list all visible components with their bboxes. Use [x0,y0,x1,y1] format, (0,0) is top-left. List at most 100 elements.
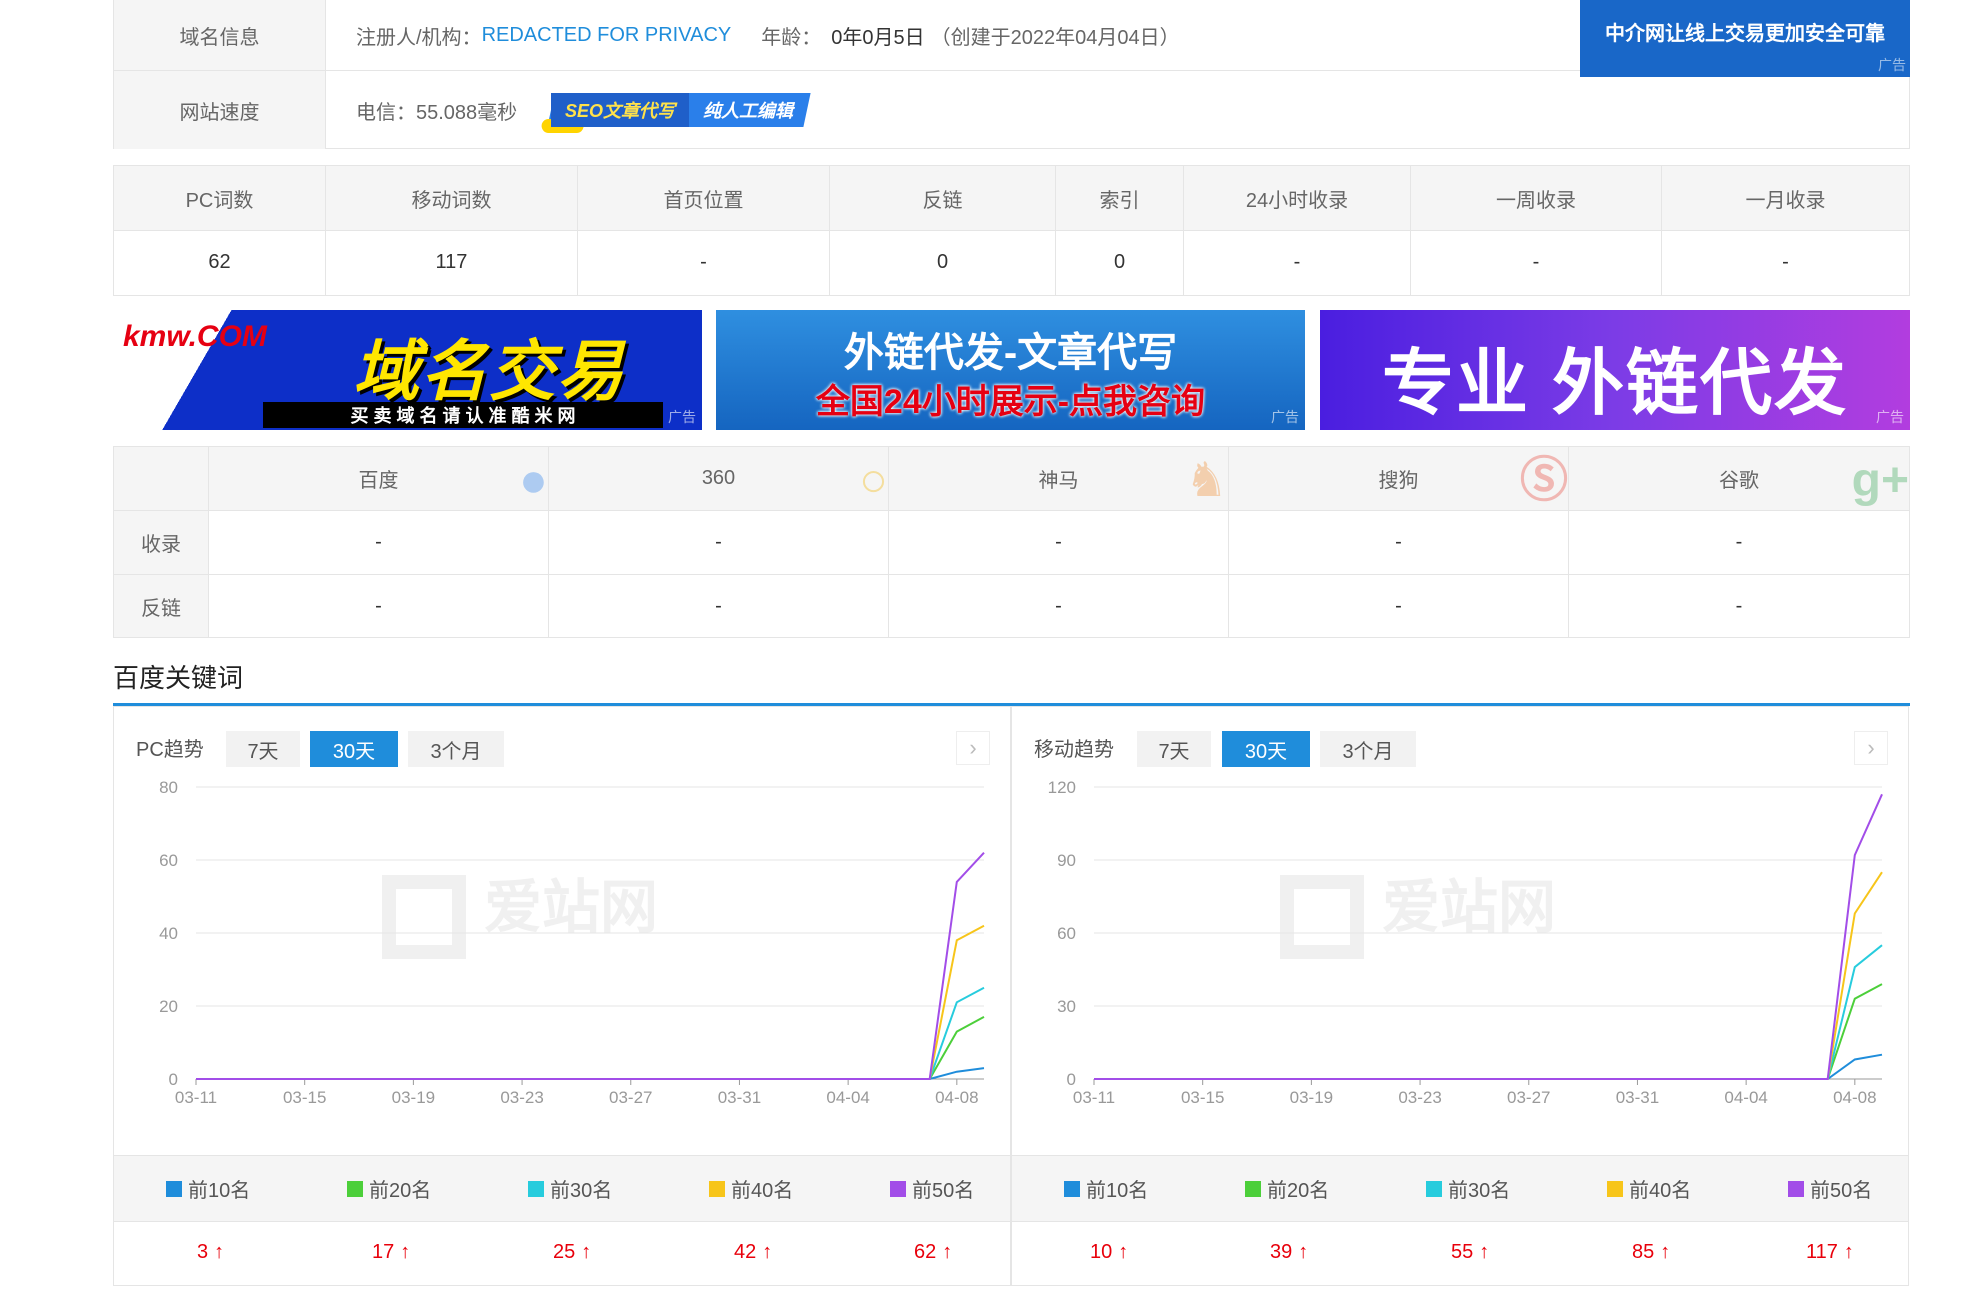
x-tick-label: 04-08 [1833,1088,1876,1107]
legend-swatch [890,1180,906,1197]
backlink-row: 反链 - - - - - [114,575,1909,637]
backlink-value: - [1735,594,1743,617]
domain-info-label: 域名信息 [114,0,326,70]
speed-value-wrap: 电信：55.088毫秒 SEO文章代写 纯人工编辑 [356,71,811,149]
registrant-label: 注册人/机构： [356,26,482,49]
seo-ad-badge[interactable]: SEO文章代写 纯人工编辑 [541,93,811,133]
domain-trade-banner[interactable]: kmw.COM 域名交易 买 卖 域 名 请 认 准 酷 米 网 广告 [113,310,702,430]
b2-line2: 全国24小时展示-点我咨询 [815,383,1206,421]
top-right-ad[interactable]: 中介网让线上交易更加安全可靠 广告 [1580,0,1910,77]
backlink-value: - [1229,575,1569,637]
google-plus-icon: g+ [1851,454,1909,507]
up-arrow-icon: ↑ [581,1241,592,1263]
stats-value-row: 62 117 - 0 0 - - - [114,230,1909,295]
tab-7d[interactable]: 7天 [226,731,300,767]
tab-3m[interactable]: 3个月 [1320,731,1416,767]
up-arrow-icon: ↑ [1298,1241,1309,1263]
legend-top10[interactable]: 前10名 [166,1156,250,1221]
pc-trend-chart: 爱站网 0 20 40 60 80 03-11 03-15 03-19 03-23 03-27 03-… [159,778,985,1107]
legend-top30[interactable]: 前30名 [1426,1156,1510,1221]
keyword-stats-table: PC词数 移动词数 首页位置 反链 索引 24小时收录 一周收录 一月收录 62… [113,165,1910,296]
total-top40: 85 ↑ [1632,1220,1670,1285]
legend-swatch [1064,1180,1080,1197]
chevron-right-icon[interactable]: › [956,731,990,765]
legend-swatch [347,1180,363,1197]
registrant-link[interactable]: REDACTED FOR PRIVACY [482,24,732,47]
ad-tag: 广告 [1878,57,1906,73]
pc-panel-title: PC趋势 [136,739,204,761]
legend-label: 前40名 [731,1180,794,1202]
legend-swatch [166,1180,182,1197]
stats-value: 117 [326,230,578,295]
y-tick-label: 30 [1057,997,1076,1016]
total-top30: 25 ↑ [553,1220,591,1285]
engine-shenma: 神马 ♞ [889,447,1229,510]
mobile-trend-chart: 爱站网 0 30 60 90 120 03-11 03-15 03-19 03-23 03-27 03… [1048,778,1883,1107]
tab-30d[interactable]: 30天 [310,731,398,767]
backlink-service-banner[interactable]: 外链代发-文章代写 全国24小时展示-点我咨询 广告 [716,310,1305,430]
kmw-logo: kmw.COM [123,320,267,353]
total-value: 55 [1451,1241,1474,1263]
series-line [1094,1053,1883,1080]
domain-info-value: 注册人/机构： REDACTED FOR PRIVACY 年龄： 0年0月5日 … [356,0,1180,70]
chevron-right-icon[interactable]: › [1854,731,1888,765]
sogou-icon: Ⓢ [1519,454,1568,507]
engine-name: 神马 [1038,470,1079,492]
legend-swatch [1245,1180,1261,1197]
legend-top20[interactable]: 前20名 [1245,1156,1329,1221]
legend-top40[interactable]: 前40名 [1607,1156,1691,1221]
x-tick-label: 03-19 [1290,1088,1333,1107]
x-tick-label: 03-11 [1073,1088,1115,1107]
stats-header: 一月收录 [1745,189,1826,212]
age-created: （创建于2022年04月04日） [930,26,1180,49]
total-top10: 10 ↑ [1090,1220,1128,1285]
seo-badge-b: 纯人工编辑 [703,101,794,121]
stats-header-row: PC词数 移动词数 首页位置 反链 索引 24小时收录 一周收录 一月收录 [114,166,1909,231]
backlink-value: - [549,575,889,637]
legend-top50[interactable]: 前50名 [890,1156,974,1221]
legend-swatch [1426,1180,1442,1197]
total-top10: 3 ↑ [197,1220,224,1285]
y-tick-label: 120 [1048,778,1076,797]
legend-label: 前30名 [1448,1180,1511,1202]
legend-top50[interactable]: 前50名 [1788,1156,1872,1221]
legend-top10[interactable]: 前10名 [1064,1156,1148,1221]
total-value: 17 [372,1241,395,1263]
stats-value: - [1184,230,1411,295]
y-tick-label: 0 [169,1070,178,1089]
legend-top30[interactable]: 前30名 [528,1156,612,1221]
y-tick-label: 60 [1057,924,1076,943]
index-value: - [209,511,549,574]
stats-value: 0 [830,230,1056,295]
legend-label: 前20名 [369,1180,432,1202]
speed-label: 网站速度 [114,71,326,149]
x-tick-label: 03-23 [500,1088,543,1107]
ad-tag: 广告 [668,409,696,425]
engine-header-row: 百度 ● 360 ○ 神马 ♞ 搜狗 Ⓢ 谷歌 g+ [114,447,1909,511]
legend-top40[interactable]: 前40名 [709,1156,793,1221]
total-value: 85 [1632,1241,1655,1263]
engine-google: 谷歌 g+ [1569,447,1909,510]
y-tick-label: 40 [159,924,178,943]
legend-swatch [709,1180,725,1197]
x-tick-label: 03-31 [1616,1088,1659,1107]
total-value: 3 [197,1241,209,1263]
total-value: 117 [1806,1241,1838,1263]
up-arrow-icon: ↑ [214,1241,225,1263]
backlink-value: - [889,575,1229,637]
total-top30: 55 ↑ [1451,1220,1489,1285]
x-tick-label: 03-31 [718,1088,761,1107]
pro-backlink-banner[interactable]: 专业 外链代发 广告 [1320,310,1910,430]
speed-row: 网站速度 电信：55.088毫秒 SEO文章代写 纯人工编辑 [114,71,1909,149]
tab-30d[interactable]: 30天 [1222,731,1310,767]
mobile-panel-title: 移动趋势 [1034,739,1114,761]
tab-3m[interactable]: 3个月 [408,731,504,767]
tab-7d[interactable]: 7天 [1137,731,1211,767]
total-value: 39 [1270,1241,1293,1263]
x-tick-label: 03-19 [392,1088,435,1107]
shenma-icon: ♞ [1184,454,1228,507]
up-arrow-icon: ↑ [1479,1241,1490,1263]
legend-top20[interactable]: 前20名 [347,1156,431,1221]
stats-header: PC词数 [114,166,326,230]
corner-cell [114,447,209,510]
